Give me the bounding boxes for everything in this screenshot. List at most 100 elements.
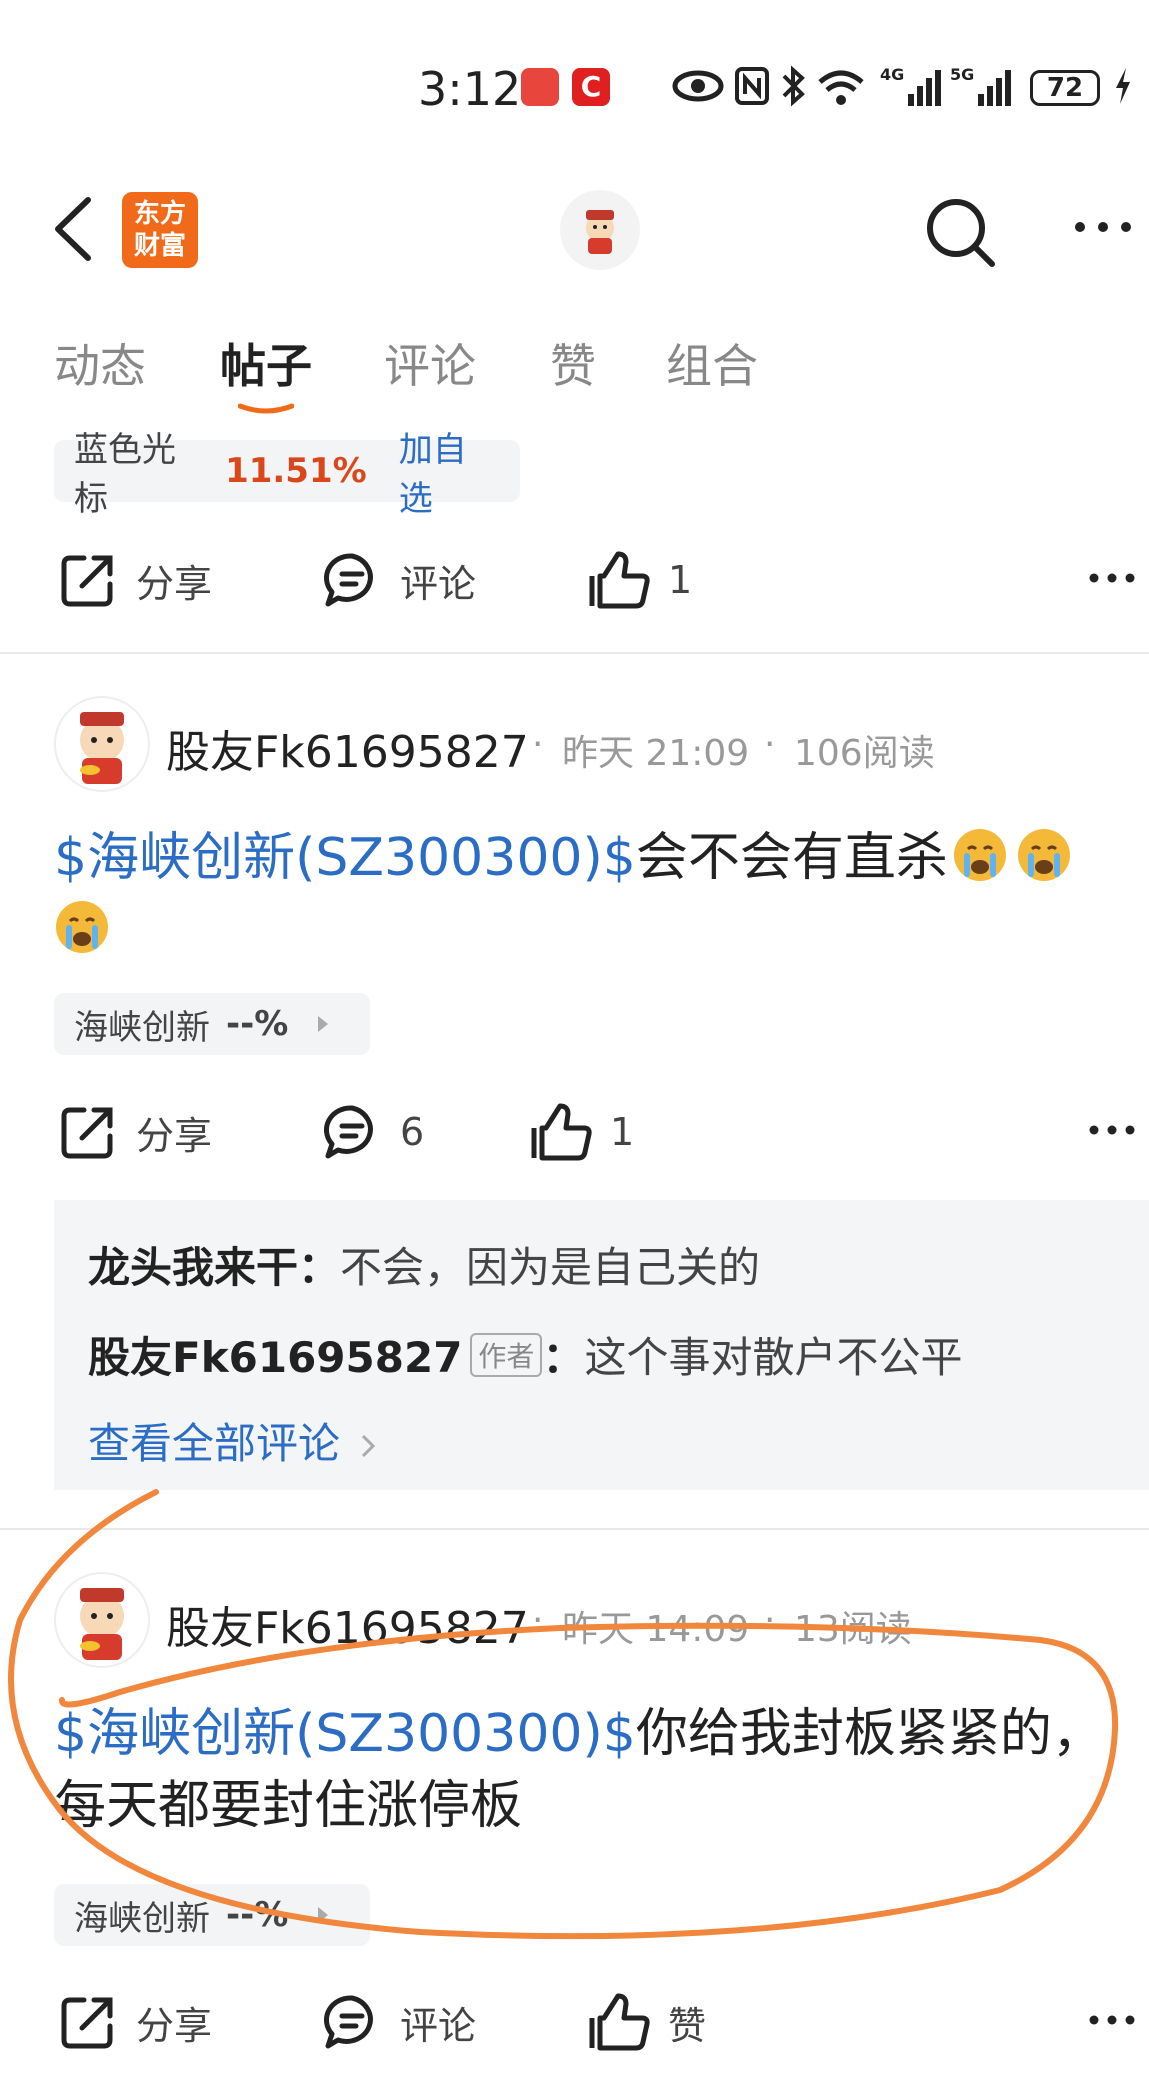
share-icon xyxy=(61,1997,113,2049)
divider xyxy=(0,1528,1149,1530)
view-all-label: 查看全部评论 xyxy=(88,1419,341,1468)
like-label: 赞 xyxy=(668,2003,707,2048)
battery-indicator: 72 xyxy=(1030,70,1100,106)
stock-chip-name: 海峡创新 xyxy=(74,1007,210,1048)
like-count: 1 xyxy=(610,1110,635,1154)
crying-emoji-icon xyxy=(1017,829,1070,881)
comment-label: 评论 xyxy=(400,561,477,606)
bluetooth-icon xyxy=(782,65,805,107)
like-button[interactable]: 1 xyxy=(586,540,692,620)
meta-separator: · xyxy=(764,724,776,765)
post-more-icon[interactable] xyxy=(1088,1120,1138,1140)
crying-emoji-icon xyxy=(56,901,108,953)
comment-label: 评论 xyxy=(400,2003,477,2048)
comment-button[interactable]: 评论 xyxy=(322,540,476,620)
add-watchlist-button[interactable]: 加自选 xyxy=(399,422,500,520)
svg-text:5G: 5G xyxy=(950,65,974,84)
eye-icon xyxy=(672,70,724,102)
share-button[interactable]: 分享 xyxy=(58,1092,212,1172)
thumbs-up-icon xyxy=(531,1103,592,1161)
meta-separator: · xyxy=(532,724,544,765)
post-text: 会不会有直杀 xyxy=(635,828,948,888)
stock-chip-change: 11.51% xyxy=(225,451,367,491)
tab-portfolio[interactable]: 组合 xyxy=(666,330,758,396)
tab-posts[interactable]: 帖子 xyxy=(220,330,312,396)
comment-colon: ： xyxy=(298,1243,341,1292)
comment-preview[interactable]: 龙头我来干：不会，因为是自己关的 xyxy=(88,1234,760,1295)
chevron-right-icon xyxy=(362,1434,376,1458)
stock-chip-haixia[interactable]: 海峡创新 --% xyxy=(54,1884,370,1946)
post-time: 昨天 14:09 xyxy=(562,1609,750,1650)
more-options-icon[interactable] xyxy=(1070,212,1140,242)
wifi-icon xyxy=(818,70,864,105)
thumbs-up-icon xyxy=(589,551,650,609)
share-icon xyxy=(61,1107,113,1159)
thumbs-up-icon xyxy=(589,1993,650,2051)
comment-preview-box: 龙头我来干：不会，因为是自己关的 股友Fk61695827 作者 ：这个事对散户不公… xyxy=(54,1200,1149,1490)
post-time: 昨天 21:09 xyxy=(562,733,750,774)
post-actions: 分享 6 1 xyxy=(0,1092,1149,1172)
divider xyxy=(0,652,1149,654)
comment-preview[interactable]: 股友Fk61695827 作者 ：这个事对散户不公平 xyxy=(88,1324,962,1385)
comment-icon xyxy=(323,553,373,607)
status-time: 3:12 xyxy=(418,62,522,116)
post-more-icon[interactable] xyxy=(1088,568,1138,588)
username[interactable]: 股友Fk61695827 xyxy=(166,1592,529,1656)
username[interactable]: 股友Fk61695827 xyxy=(166,716,529,780)
meta-separator: · xyxy=(532,1600,544,1641)
top-bar: 东方 财富 xyxy=(0,180,1149,290)
caishen-avatar-icon xyxy=(80,1588,124,1660)
charging-icon xyxy=(1116,68,1130,104)
chevron-right-icon xyxy=(318,1016,329,1032)
signal-5g-icon: 5G xyxy=(950,65,1011,106)
stock-link[interactable]: $海峡创新(SZ300300)$ xyxy=(54,1704,636,1764)
comment-button[interactable]: 6 xyxy=(322,1092,424,1172)
post-content[interactable]: $海峡创新(SZ300300)$你给我封板紧紧的，每天都要封住涨停板 xyxy=(54,1698,1114,1842)
post-more-icon[interactable] xyxy=(1088,2010,1138,2030)
like-button[interactable]: 1 xyxy=(528,1092,634,1172)
stock-chip-change: --% xyxy=(226,1004,289,1044)
share-button[interactable]: 分享 xyxy=(58,1982,212,2062)
nfc-icon xyxy=(735,67,769,105)
profile-avatar[interactable] xyxy=(560,190,640,270)
comment-text: 这个事对散户不公平 xyxy=(584,1333,963,1382)
meta-separator: · xyxy=(764,1600,776,1641)
comment-user[interactable]: 龙头我来干 xyxy=(88,1243,298,1292)
post-actions: 分享 评论 赞 xyxy=(0,1982,1149,2062)
like-count: 1 xyxy=(668,558,693,602)
tab-active-indicator xyxy=(238,403,294,414)
caishen-avatar-icon xyxy=(80,712,124,784)
stock-chip-haixia[interactable]: 海峡创新 --% xyxy=(54,993,370,1055)
read-count: 106阅读 xyxy=(794,733,935,774)
eastmoney-logo[interactable]: 东方 财富 xyxy=(122,192,198,268)
back-arrow-icon[interactable] xyxy=(50,194,96,264)
like-button[interactable]: 赞 xyxy=(586,1982,706,2062)
share-button[interactable]: 分享 xyxy=(58,540,212,620)
caishen-avatar-icon xyxy=(586,210,614,254)
comment-count: 6 xyxy=(400,1110,425,1154)
tab-likes[interactable]: 赞 xyxy=(550,330,596,396)
stock-chip-blue-cursor[interactable]: 蓝色光标 11.51% 加自选 xyxy=(54,430,520,519)
crying-emoji-icon xyxy=(953,829,1006,881)
post-content[interactable]: $海峡创新(SZ300300)$会不会有直杀 xyxy=(54,822,1114,966)
post-header: 股友Fk61695827 · 昨天 21:09 · 106阅读 xyxy=(0,694,1149,794)
svg-text:4G: 4G xyxy=(880,65,904,84)
comment-button[interactable]: 评论 xyxy=(322,1982,476,2062)
comment-icon xyxy=(323,1995,373,2049)
stock-link[interactable]: $海峡创新(SZ300300)$ xyxy=(54,828,636,888)
user-avatar[interactable] xyxy=(54,1572,150,1668)
huawei-appgallery-icon xyxy=(521,68,559,106)
comment-user[interactable]: 股友Fk61695827 xyxy=(88,1333,462,1382)
tab-dynamics[interactable]: 动态 xyxy=(54,330,146,396)
post-header: 股友Fk61695827 · 昨天 14:09 · 13阅读 xyxy=(0,1570,1149,1670)
search-icon[interactable] xyxy=(922,194,998,270)
view-all-comments-link[interactable]: 查看全部评论 xyxy=(88,1410,379,1471)
tab-comments[interactable]: 评论 xyxy=(384,330,476,396)
user-avatar[interactable] xyxy=(54,696,150,792)
stock-chip-change: --% xyxy=(226,1895,289,1935)
signal-4g-icon: 4G xyxy=(880,65,941,106)
share-label: 分享 xyxy=(136,1113,213,1158)
status-bar: 3:12 C 4G 5G 72 xyxy=(0,0,1149,170)
stock-chip-name: 海峡创新 xyxy=(74,1898,210,1939)
share-icon xyxy=(61,555,113,607)
